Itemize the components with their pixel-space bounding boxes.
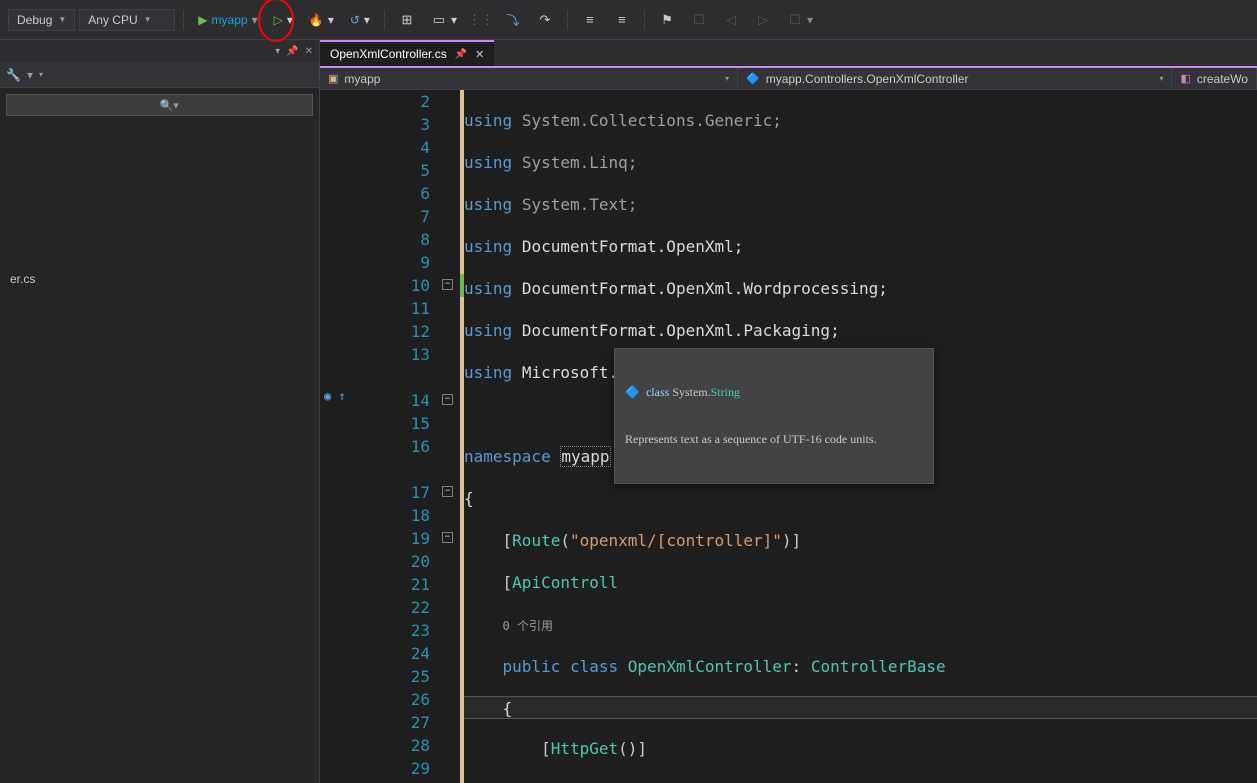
file-item[interactable]: er.cs [6, 270, 313, 288]
chevron-down-icon: ▾ [252, 13, 258, 27]
tooltip-kind: class [646, 385, 669, 399]
editor-area: OpenXmlController.cs 📌 ✕ ▣myapp▾ 🔷myapp.… [320, 40, 1257, 783]
close-icon[interactable]: ✕ [475, 48, 484, 61]
collapse-icon[interactable]: − [442, 486, 453, 497]
code-content[interactable]: using System.Collections.Generic; using … [464, 90, 1257, 783]
codelens-refs[interactable]: 0 个引用 [503, 619, 553, 633]
code-editor[interactable]: ◉ ↑ 234567891011121314151617181920212223… [320, 90, 1257, 783]
tb-dim-2[interactable]: ◁ [717, 9, 745, 31]
chevron-down-icon: ▼ [144, 15, 152, 24]
left-toolbar: 🔧▾ ▾ [0, 62, 319, 88]
search-box[interactable]: 🔍▾ [6, 94, 313, 116]
tb-dim-4[interactable]: ☐▾ [781, 9, 819, 31]
start-target-label: myapp [212, 13, 248, 27]
collapse-icon[interactable]: − [442, 532, 453, 543]
main-toolbar: Debug▼ Any CPU▼ ▶myapp▾ ▷▾ 🔥▾ ↺▾ ⊞ ▭▾ ⋮⋮… [0, 0, 1257, 40]
pin-icon[interactable]: 📌 [286, 46, 298, 57]
margin-column: ◉ ↑ [320, 90, 350, 783]
bookmark-button[interactable]: ⚑ [653, 9, 681, 31]
chevron-down-icon: ▾ [287, 13, 293, 27]
platform-label: Any CPU [88, 13, 137, 27]
separator [384, 10, 385, 30]
search-icon: 🔍▾ [160, 99, 307, 112]
chevron-down-icon[interactable]: ▾ [275, 46, 280, 57]
breadcrumb-project-label: myapp [344, 72, 380, 86]
outdent-button[interactable]: ≡ [576, 9, 604, 31]
method-icon: ◧ [1180, 72, 1190, 85]
tb-icon-3[interactable]: ⋮⋮ [467, 9, 495, 31]
intellisense-tooltip: 🔷 class System.String Represents text as… [614, 348, 934, 484]
line-numbers: 2345678910111213141516171819202122232425… [350, 90, 440, 783]
active-tab[interactable]: OpenXmlController.cs 📌 ✕ [320, 40, 494, 66]
step-into-button[interactable]: ⤵ [499, 9, 527, 31]
tb-dim-3[interactable]: ▷ [749, 9, 777, 31]
separator [567, 10, 568, 30]
breadcrumb-method-label: createWo [1197, 72, 1248, 86]
class-icon: 🔷 [625, 385, 640, 400]
pin-icon[interactable]: 📌 [455, 49, 467, 60]
collapse-icon[interactable]: − [442, 394, 453, 405]
start-without-debug-button[interactable]: ▷▾ [268, 10, 299, 30]
close-icon[interactable]: ✕ [305, 46, 313, 57]
platform-dropdown[interactable]: Any CPU ▼ [79, 9, 175, 31]
left-panel-body: er.cs [0, 122, 319, 783]
tb-dim-1[interactable]: ☐ [685, 9, 713, 31]
left-panel-header: ▾ 📌 ✕ [0, 40, 319, 62]
start-button[interactable]: ▶myapp▾ [192, 10, 263, 30]
tooltip-type: String [711, 385, 740, 399]
undo-button[interactable]: ↺▾ [344, 10, 376, 30]
indicator-icon: ◉ ↑ [324, 389, 346, 403]
hot-reload-button[interactable]: 🔥▾ [303, 10, 340, 30]
tab-title: OpenXmlController.cs [330, 47, 447, 61]
step-over-button[interactable]: ↷ [531, 9, 559, 31]
project-icon: ▣ [328, 72, 338, 85]
left-panel: ▾ 📌 ✕ 🔧 ▾ ▾ 🔍▾ er.cs [0, 40, 320, 783]
breadcrumb-bar: ▣myapp▾ 🔷myapp.Controllers.OpenXmlContro… [320, 68, 1257, 90]
tb-icon-2[interactable]: ▭▾ [425, 9, 463, 31]
config-label: Debug [17, 13, 52, 27]
separator [644, 10, 645, 30]
breadcrumb-class-label: myapp.Controllers.OpenXmlController [766, 72, 969, 86]
collapse-icon[interactable]: − [442, 279, 453, 290]
tb-icon-1[interactable]: ⊞ [393, 9, 421, 31]
separator [183, 10, 184, 30]
config-dropdown[interactable]: Debug ▼ [8, 9, 75, 31]
main-split: ▾ 📌 ✕ 🔧 ▾ ▾ 🔍▾ er.cs OpenXmlController.cs… [0, 40, 1257, 783]
fold-column[interactable]: − − − − [440, 90, 460, 783]
breadcrumb-method[interactable]: ◧ createWo [1172, 68, 1257, 89]
breadcrumb-project[interactable]: ▣myapp▾ [320, 68, 738, 89]
chevron-down-icon[interactable]: ▾ [39, 70, 43, 79]
chevron-down-icon: ▼ [58, 15, 66, 24]
tooltip-namespace: System. [672, 385, 710, 399]
indent-button[interactable]: ≡ [608, 9, 636, 31]
chevron-down-icon: ▾ [364, 13, 370, 27]
breadcrumb-class[interactable]: 🔷myapp.Controllers.OpenXmlController▾ [738, 68, 1172, 89]
document-tabs: OpenXmlController.cs 📌 ✕ [320, 40, 1257, 68]
chevron-down-icon: ▾ [328, 13, 334, 27]
wrench-icon[interactable]: 🔧 [6, 68, 21, 82]
class-icon: 🔷 [746, 72, 760, 85]
tooltip-description: Represents text as a sequence of UTF-16 … [625, 432, 923, 447]
